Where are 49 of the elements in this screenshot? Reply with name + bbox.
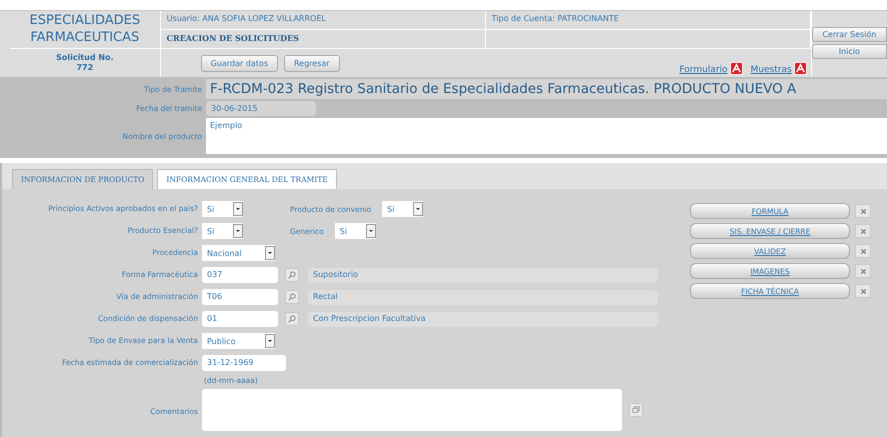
document-link[interactable]: Muestras xyxy=(750,64,792,74)
search-icon xyxy=(288,271,296,279)
user-info: Usuario: ANA SOFIA LOPEZ VILLARROEL xyxy=(160,11,486,29)
procedure-type-value: F-RCDM-023 Registro Sanitario de Especialidades Farmaceuticas. PRODUCTO NUEVO A xyxy=(206,79,887,99)
search-icon xyxy=(288,315,296,323)
dropdown[interactable]: Si xyxy=(202,201,243,217)
comments-field[interactable] xyxy=(202,389,622,431)
dropdown[interactable]: Si xyxy=(382,201,424,217)
close-icon xyxy=(860,208,866,214)
date-field[interactable]: 31-12-1969 xyxy=(202,355,286,371)
code-field[interactable]: T06 xyxy=(202,289,278,305)
dropdown[interactable]: Si xyxy=(334,223,376,239)
app-title: ESPECIALIDADES FARMACEUTICAS xyxy=(10,11,160,49)
form-button[interactable]: Guardar datos xyxy=(200,54,278,72)
expand-icon xyxy=(632,406,640,414)
remove-button[interactable] xyxy=(855,284,871,298)
pdf-icon[interactable] xyxy=(730,62,743,74)
close-icon xyxy=(860,268,866,274)
procedure-date-field: 30-06-2015 xyxy=(206,101,316,116)
search-button[interactable] xyxy=(285,290,299,304)
account-type: Tipo de Cuenta: PATROCINANTE xyxy=(486,11,811,29)
nav-button[interactable]: Cerrar Sesión xyxy=(812,27,887,42)
document-link[interactable]: Formulario xyxy=(679,64,728,74)
remove-button[interactable] xyxy=(855,204,871,218)
request-label: Solicitud No. xyxy=(56,53,114,63)
code-field[interactable]: 01 xyxy=(202,311,278,327)
description-field: Supositorio xyxy=(308,268,658,282)
search-button[interactable] xyxy=(285,268,299,282)
remove-button[interactable] xyxy=(855,264,871,278)
request-number: 772 xyxy=(76,63,94,73)
product-name-field[interactable]: Ejemplo xyxy=(206,118,887,154)
description-field: Con Prescripcion Facultativa xyxy=(308,312,658,326)
nav-button[interactable]: Inicio xyxy=(812,44,887,59)
dropdown[interactable]: Nacional xyxy=(202,245,275,261)
remove-button[interactable] xyxy=(855,224,871,238)
remove-button[interactable] xyxy=(855,244,871,258)
close-icon xyxy=(860,248,866,254)
search-icon xyxy=(288,293,296,301)
description-field: Rectal xyxy=(308,290,658,304)
dropdown[interactable]: Publico xyxy=(202,333,275,349)
form-button[interactable]: Regresar xyxy=(284,54,340,72)
search-button[interactable] xyxy=(285,312,299,326)
code-field[interactable]: 037 xyxy=(202,267,278,283)
expand-button[interactable] xyxy=(629,403,643,417)
section-title: CREACION DE SOLICITUDES xyxy=(160,30,486,48)
pdf-icon[interactable] xyxy=(794,62,807,74)
close-icon xyxy=(860,228,866,234)
close-icon xyxy=(860,288,866,294)
dropdown[interactable]: Si xyxy=(202,223,243,239)
